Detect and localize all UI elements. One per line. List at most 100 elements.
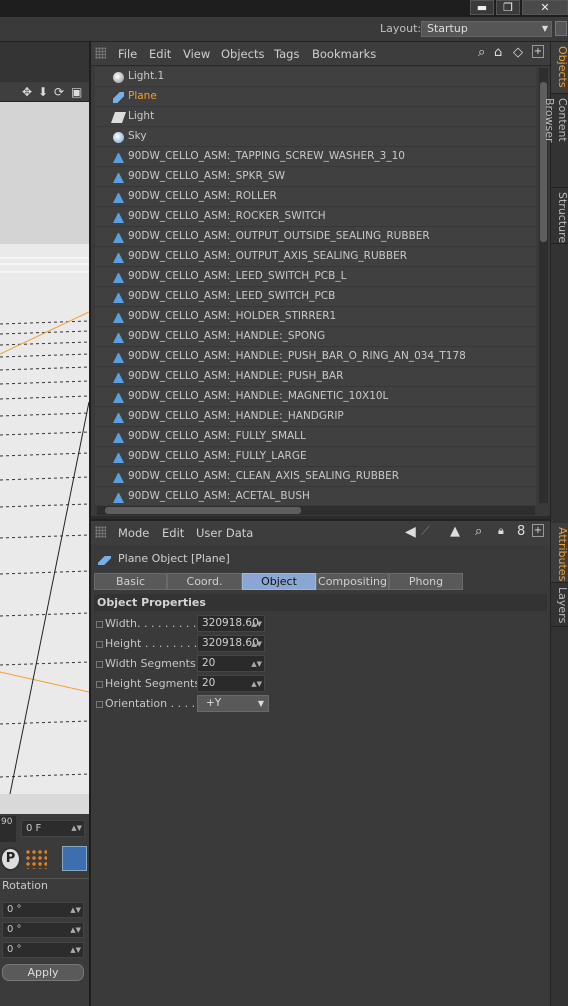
menu-bookmarks[interactable]: Bookmarks <box>312 47 376 61</box>
restore-button[interactable]: ❐ <box>496 0 520 15</box>
object-row[interactable]: 90DW_CELLO_ASM:_ROLLER <box>95 187 536 207</box>
spinner-icon[interactable]: ▲▼ <box>251 657 262 672</box>
spinner-icon[interactable]: ▲▼ <box>251 637 262 652</box>
width-segments-field[interactable]: 20 ▲▼ <box>197 655 265 672</box>
side-tab-objects[interactable]: Objects <box>551 42 568 94</box>
apply-button[interactable]: Apply <box>2 964 84 981</box>
pin-icon[interactable]: ◇ <box>513 45 523 60</box>
forward-arrow-icon[interactable]: ⟋ <box>421 524 430 539</box>
spinner-icon[interactable]: ▲▼ <box>70 923 81 937</box>
menu-edit[interactable]: Edit <box>162 526 184 540</box>
object-row[interactable]: 90DW_CELLO_ASM:_OUTPUT_AXIS_SEALING_RUBB… <box>95 247 536 267</box>
object-row[interactable]: 90DW_CELLO_ASM:_HOLDER_STIRRER1 <box>95 307 536 327</box>
spinner-icon[interactable]: ▲▼ <box>70 903 81 917</box>
menu-view[interactable]: View <box>183 47 210 61</box>
lock-icon[interactable]: 🔒︎ <box>498 524 504 538</box>
maximize-view-icon[interactable]: ▣ <box>71 85 82 99</box>
object-row[interactable]: 90DW_CELLO_ASM:_LEED_SWITCH_PCB_L <box>95 267 536 287</box>
rotation-b-field[interactable]: 0 ° ▲▼ <box>2 942 84 958</box>
rotation-p-field[interactable]: 0 ° ▲▼ <box>2 922 84 938</box>
width-field[interactable]: 320918.60 ▲▼ <box>197 615 265 632</box>
hscroll-thumb[interactable] <box>105 507 301 514</box>
animate-dot[interactable] <box>96 661 103 668</box>
width-segments-value: 20 <box>202 657 216 669</box>
object-row[interactable]: 90DW_CELLO_ASM:_HANDLE:_HANDGRIP <box>95 407 536 427</box>
spinner-icon[interactable]: ▲▼ <box>71 821 82 836</box>
attribute-manager-menubar: Mode Edit User Data ◀ ⟋ ▲ ⌕ 🔒︎ 8 + <box>91 521 550 545</box>
arrow-down-icon[interactable]: ⬇ <box>38 85 48 99</box>
minimize-button[interactable]: ▬ <box>470 0 494 15</box>
search-icon[interactable]: ⌕ <box>478 45 485 60</box>
object-row[interactable]: 90DW_CELLO_ASM:_ROCKER_SWITCH <box>95 207 536 227</box>
object-name: 90DW_CELLO_ASM:_HOLDER_STIRRER1 <box>128 310 337 322</box>
side-tab-content-browser[interactable]: Content Browser <box>543 94 568 188</box>
object-row[interactable]: 90DW_CELLO_ASM:_FULLY_LARGE <box>95 447 536 467</box>
search-icon[interactable]: ⌕ <box>475 524 482 539</box>
object-row[interactable]: 90DW_CELLO_ASM:_CLEAN_AXIS_SEALING_RUBBE… <box>95 467 536 487</box>
tab-object[interactable]: Object <box>242 573 316 590</box>
orientation-dropdown[interactable]: +Y ▼ <box>197 695 269 712</box>
spinner-icon[interactable]: ▲▼ <box>251 617 262 632</box>
height-segments-field[interactable]: 20 ▲▼ <box>197 675 265 692</box>
animate-dot[interactable] <box>96 681 103 688</box>
frame-min-field[interactable]: 90 <box>0 816 16 842</box>
up-arrow-icon[interactable]: ▲ <box>450 524 460 539</box>
home-icon[interactable]: ⌂ <box>494 45 502 60</box>
rotation-h-field[interactable]: 0 ° ▲▼ <box>2 902 84 918</box>
object-row[interactable]: 90DW_CELLO_ASM:_HANDLE:_PUSH_BAR <box>95 367 536 387</box>
orientation-value: +Y <box>206 697 222 709</box>
menu-edit[interactable]: Edit <box>149 47 171 61</box>
height-field[interactable]: 320918.60 ▲▼ <box>197 635 265 652</box>
back-arrow-icon[interactable]: ◀ <box>405 524 416 540</box>
spinner-icon[interactable]: ▲▼ <box>70 943 81 957</box>
tab-compositing[interactable]: Compositing <box>316 573 389 590</box>
object-row[interactable]: 90DW_CELLO_ASM:_HANDLE:_SPONG <box>95 327 536 347</box>
menu-user-data[interactable]: User Data <box>196 526 253 540</box>
film-icon[interactable] <box>62 846 87 871</box>
layout-toggle-icon[interactable] <box>555 21 567 36</box>
side-tab-layers[interactable]: Layers <box>551 583 568 627</box>
object-row[interactable]: 90DW_CELLO_ASM:_TAPPING_SCREW_WASHER_3_1… <box>95 147 536 167</box>
object-row[interactable]: 90DW_CELLO_ASM:_HANDLE:_PUSH_BAR_O_RING_… <box>95 347 536 367</box>
object-name: Light <box>128 110 155 122</box>
object-row[interactable]: Sky <box>95 127 536 147</box>
tab-basic[interactable]: Basic <box>94 573 167 590</box>
cone-icon <box>113 272 124 283</box>
menu-mode[interactable]: Mode <box>118 526 149 540</box>
object-row[interactable]: Plane <box>95 87 536 107</box>
side-tab-structure[interactable]: Structure <box>551 188 568 244</box>
layout-dropdown[interactable]: Startup ▼ <box>421 21 552 37</box>
grip-icon[interactable] <box>95 526 106 538</box>
link-icon[interactable]: 8 <box>517 524 525 539</box>
side-tab-attributes[interactable]: Attributes <box>551 523 568 583</box>
menu-file[interactable]: File <box>118 47 137 61</box>
animate-dot[interactable] <box>96 621 103 628</box>
3d-viewport[interactable] <box>0 102 89 814</box>
rotate-view-icon[interactable]: ⟳ <box>54 85 64 99</box>
move-view-icon[interactable]: ✥ <box>22 85 32 99</box>
object-row[interactable]: 90DW_CELLO_ASM:_FULLY_SMALL <box>95 427 536 447</box>
height-segments-value: 20 <box>202 677 216 689</box>
object-row[interactable]: 90DW_CELLO_ASM:_SPKR_SW <box>95 167 536 187</box>
object-row[interactable]: 90DW_CELLO_ASM:_HANDLE:_MAGNETIC_10X10L <box>95 387 536 407</box>
tab-phong[interactable]: Phong <box>389 573 463 590</box>
menu-objects[interactable]: Objects <box>221 47 264 61</box>
grip-icon[interactable] <box>95 47 106 59</box>
object-row[interactable]: Light <box>95 107 536 127</box>
object-row[interactable]: 90DW_CELLO_ASM:_LEED_SWITCH_PCB <box>95 287 536 307</box>
animate-dot[interactable] <box>96 641 103 648</box>
new-panel-icon[interactable]: + <box>532 524 544 537</box>
animate-dot[interactable] <box>96 701 103 708</box>
keyframe-p-icon[interactable]: P <box>0 847 21 871</box>
new-panel-icon[interactable]: + <box>532 45 544 58</box>
current-frame-field[interactable]: 0 F ▲▼ <box>21 820 85 837</box>
dots-grid-icon[interactable] <box>25 849 47 869</box>
object-row[interactable]: 90DW_CELLO_ASM:_OUTPUT_OUTSIDE_SEALING_R… <box>95 227 536 247</box>
object-row[interactable]: Light.1 <box>95 67 536 87</box>
spinner-icon[interactable]: ▲▼ <box>251 677 262 692</box>
object-row[interactable]: 90DW_CELLO_ASM:_ACETAL_BUSH <box>95 487 536 505</box>
tab-coord[interactable]: Coord. <box>167 573 242 590</box>
menu-tags[interactable]: Tags <box>274 47 299 61</box>
close-button[interactable]: ✕ <box>522 0 568 15</box>
rotation-h-value: 0 ° <box>7 904 22 915</box>
